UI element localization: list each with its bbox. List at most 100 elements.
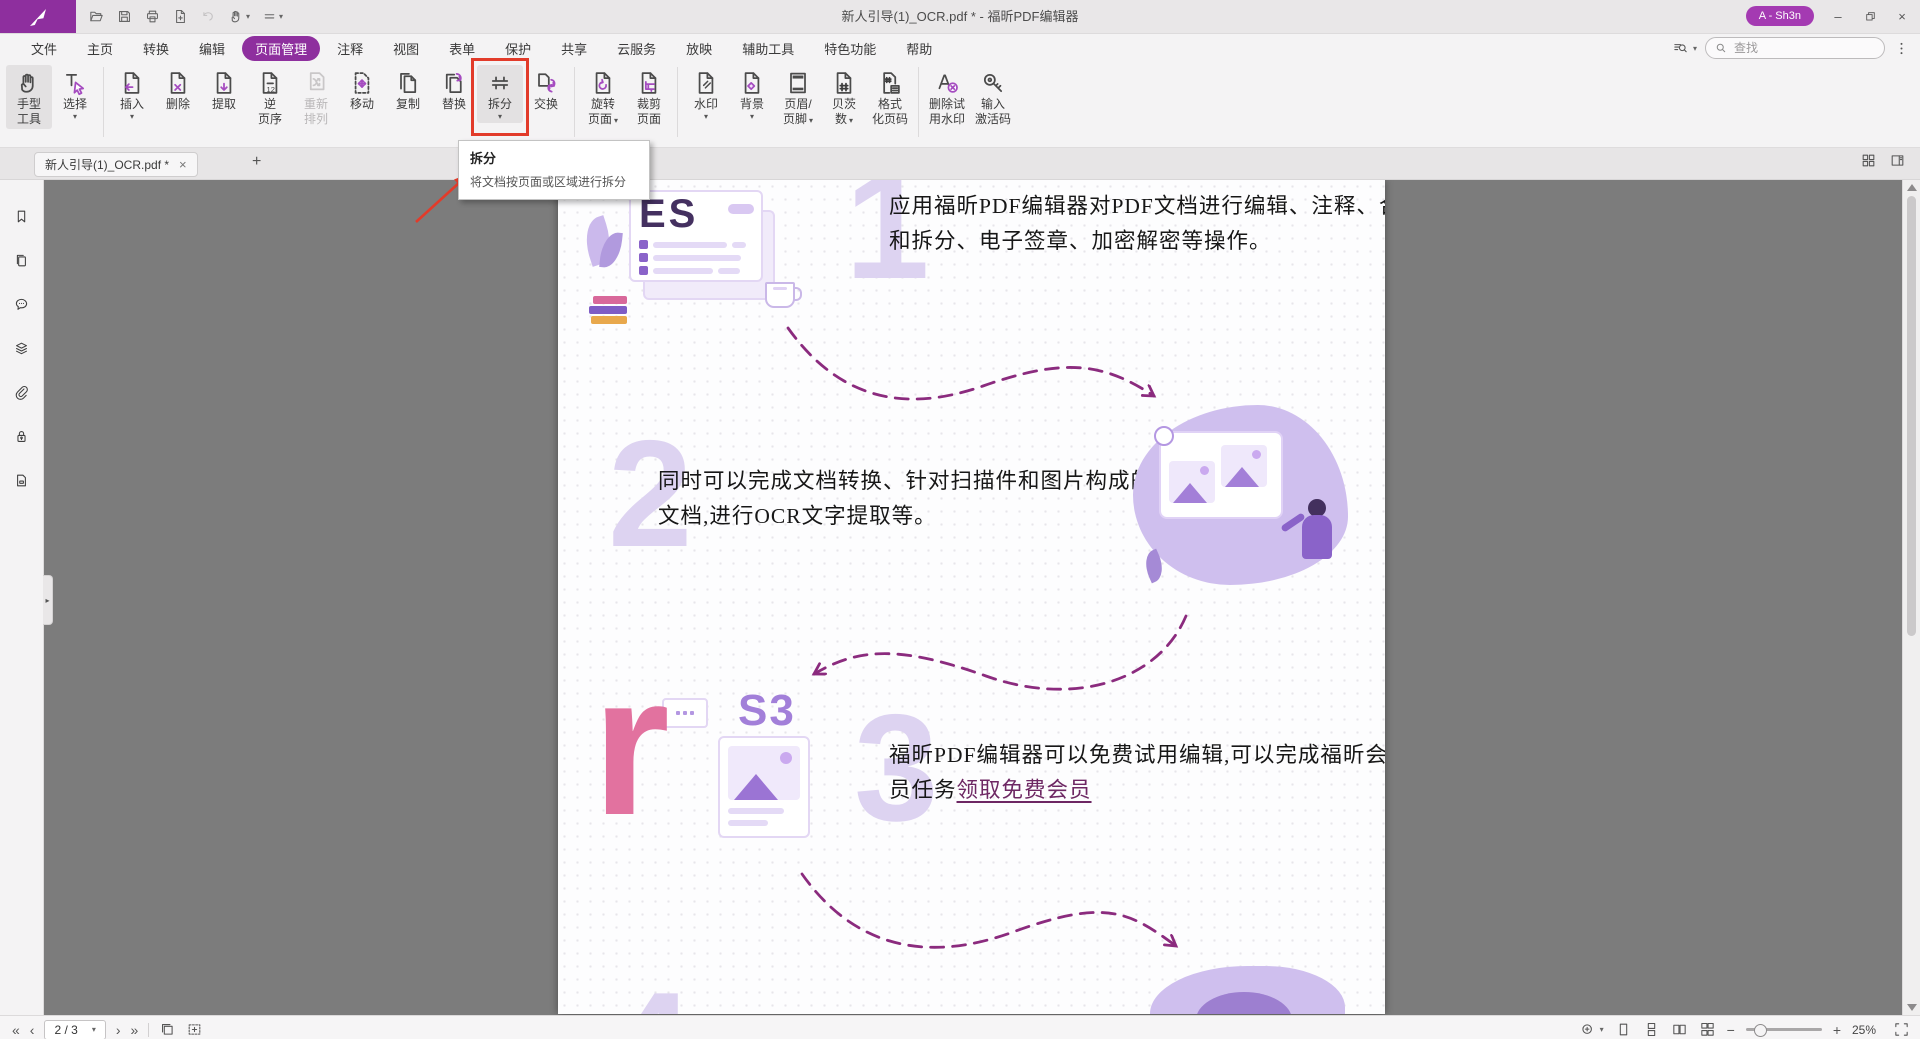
open-button[interactable] — [86, 5, 107, 29]
dropdown-caret-icon[interactable]: ▾ — [849, 116, 853, 125]
last-page-button[interactable]: » — [131, 1023, 139, 1037]
size-caret-icon[interactable]: ▾ — [1600, 1025, 1604, 1034]
menu-tab-cloud[interactable]: 云服务 — [604, 36, 669, 61]
zoom-in-button[interactable]: + — [1833, 1022, 1841, 1038]
hand-tool-button[interactable]: 手型工具 — [6, 65, 52, 129]
close-button[interactable]: × — [1886, 0, 1918, 33]
print-button[interactable] — [142, 5, 163, 29]
enter-activation-code-button[interactable]: 输入激活码 — [970, 65, 1016, 129]
watermark-button[interactable]: 水印▾ — [683, 65, 729, 123]
menu-tab-file[interactable]: 文件 — [18, 36, 70, 61]
search-box[interactable] — [1705, 37, 1885, 59]
continuous-facing-icon[interactable] — [1699, 1021, 1716, 1038]
new-doc-button[interactable] — [170, 5, 191, 29]
menu-tab-form[interactable]: 表单 — [436, 36, 488, 61]
insert-page-button[interactable]: 插入▾ — [109, 65, 155, 123]
customize-toolbar-button[interactable]: ▾ — [259, 5, 285, 29]
first-page-button[interactable]: « — [12, 1023, 20, 1037]
menu-tab-home[interactable]: 主页 — [74, 36, 126, 61]
header-footer-button[interactable]: 页眉/页脚▾ — [775, 65, 821, 130]
zoom-out-button[interactable]: − — [1727, 1022, 1735, 1038]
hand-button[interactable]: ▾ — [226, 5, 252, 29]
sidebar-item-comments[interactable] — [0, 282, 43, 326]
previous-page-button[interactable]: ‹ — [30, 1023, 35, 1037]
menu-tab-comment[interactable]: 注释 — [324, 36, 376, 61]
continuous-icon[interactable] — [1643, 1021, 1660, 1038]
split-page-button[interactable]: 拆分▾ — [477, 65, 523, 123]
replace-page-button[interactable]: 替换 — [431, 65, 477, 114]
sidebar-item-bookmarks[interactable] — [0, 194, 43, 238]
single-page-icon[interactable] — [1615, 1021, 1632, 1038]
user-account-badge[interactable]: A - Sh3n — [1746, 6, 1814, 26]
sidebar-item-page-thumbnails[interactable] — [0, 238, 43, 282]
zoom-slider[interactable] — [1746, 1028, 1822, 1031]
page-number-box[interactable]: 2 / 3 ▾ — [44, 1020, 105, 1039]
dropdown-caret-icon[interactable]: ▾ — [498, 112, 502, 121]
next-page-button[interactable]: › — [116, 1023, 121, 1037]
scroll-down-icon[interactable] — [1907, 1004, 1917, 1011]
rotate-page-button[interactable]: 旋转页面▾ — [580, 65, 626, 130]
fit-screen-icon[interactable] — [1893, 1021, 1910, 1038]
scrollbar-thumb[interactable] — [1907, 196, 1916, 636]
dropdown-caret-icon[interactable]: ▾ — [130, 112, 134, 121]
vertical-scrollbar[interactable] — [1902, 180, 1920, 1015]
menu-tab-label: 辅助工具 — [742, 42, 794, 57]
bates-number-button[interactable]: 贝茨数▾ — [821, 65, 867, 130]
free-membership-link[interactable]: 领取免费会员 — [957, 778, 1092, 802]
menu-tab-protect[interactable]: 保护 — [492, 36, 544, 61]
menu-tab-help[interactable]: 帮助 — [893, 36, 945, 61]
sidebar-item-form-fields[interactable] — [0, 458, 43, 502]
reading-layout-icon[interactable] — [1889, 152, 1906, 169]
format-page-number-button[interactable]: 格式化页码 — [867, 65, 913, 129]
remove-trial-watermark-button[interactable]: 删除试用水印 — [924, 65, 970, 129]
dropdown-caret-icon[interactable]: ▾ — [750, 112, 754, 121]
sidebar-expand-handle[interactable]: ▸ — [43, 575, 53, 625]
new-tab-button[interactable]: + — [252, 153, 261, 171]
dropdown-caret-icon[interactable]: ▾ — [614, 116, 618, 125]
menu-tab-page-organize[interactable]: 页面管理 — [242, 36, 320, 61]
grid-view-icon[interactable] — [1860, 152, 1877, 169]
snapshot-icon[interactable] — [186, 1021, 203, 1038]
extract-page-button[interactable]: 提取 — [201, 65, 247, 114]
select-button[interactable]: 选择▾ — [52, 65, 98, 123]
menu-tab-convert[interactable]: 转换 — [130, 36, 182, 61]
dropdown-caret-icon[interactable]: ▾ — [809, 116, 813, 125]
dropdown-caret-icon[interactable]: ▾ — [246, 12, 250, 21]
facing-icon[interactable] — [1671, 1021, 1688, 1038]
dropdown-caret-icon[interactable]: ▾ — [73, 112, 77, 121]
delete-page-button[interactable]: 删除 — [155, 65, 201, 114]
sidebar-item-attachments[interactable] — [0, 370, 43, 414]
filter-search-icon[interactable] — [1672, 40, 1689, 57]
sidebar-item-layers[interactable] — [0, 326, 43, 370]
save-button[interactable] — [114, 5, 135, 29]
page-dropdown-caret-icon[interactable]: ▾ — [92, 1025, 96, 1034]
background-button[interactable]: 背景▾ — [729, 65, 775, 123]
swap-page-button[interactable]: 交换 — [523, 65, 569, 114]
more-icon[interactable] — [1893, 40, 1910, 57]
sidebar-item-security[interactable] — [0, 414, 43, 458]
menu-tab-view[interactable]: 视图 — [380, 36, 432, 61]
menu-tab-features[interactable]: 特色功能 — [811, 36, 889, 61]
reverse-order-button[interactable]: 12逆页序 — [247, 65, 293, 129]
menu-tab-slideshow[interactable]: 放映 — [673, 36, 725, 61]
menu-tab-share[interactable]: 共享 — [548, 36, 600, 61]
copy-page-button[interactable]: 复制 — [385, 65, 431, 114]
search-input[interactable] — [1732, 40, 1875, 56]
menu-tab-edit[interactable]: 编辑 — [186, 36, 238, 61]
actual-size-icon[interactable] — [1579, 1021, 1596, 1038]
move-page-button[interactable]: 移动 — [339, 65, 385, 114]
save-icon — [116, 8, 133, 25]
scroll-up-icon[interactable] — [1907, 184, 1917, 191]
menu-tab-accessibility[interactable]: 辅助工具 — [729, 36, 807, 61]
menu-tab-label: 共享 — [561, 42, 587, 57]
document-tab[interactable]: 新人引导(1)_OCR.pdf * × — [34, 152, 198, 177]
dropdown-caret-icon[interactable]: ▾ — [704, 112, 708, 121]
tab-close-icon[interactable]: × — [179, 158, 187, 171]
zoom-slider-knob[interactable] — [1754, 1024, 1767, 1037]
minimize-button[interactable]: – — [1822, 0, 1854, 33]
crop-page-button[interactable]: 裁剪页面 — [626, 65, 672, 129]
restore-button[interactable] — [1854, 0, 1886, 33]
clone-page-icon[interactable] — [159, 1021, 176, 1038]
dropdown-caret-icon[interactable]: ▾ — [279, 12, 283, 21]
filter-search-caret-icon[interactable]: ▾ — [1693, 44, 1697, 53]
